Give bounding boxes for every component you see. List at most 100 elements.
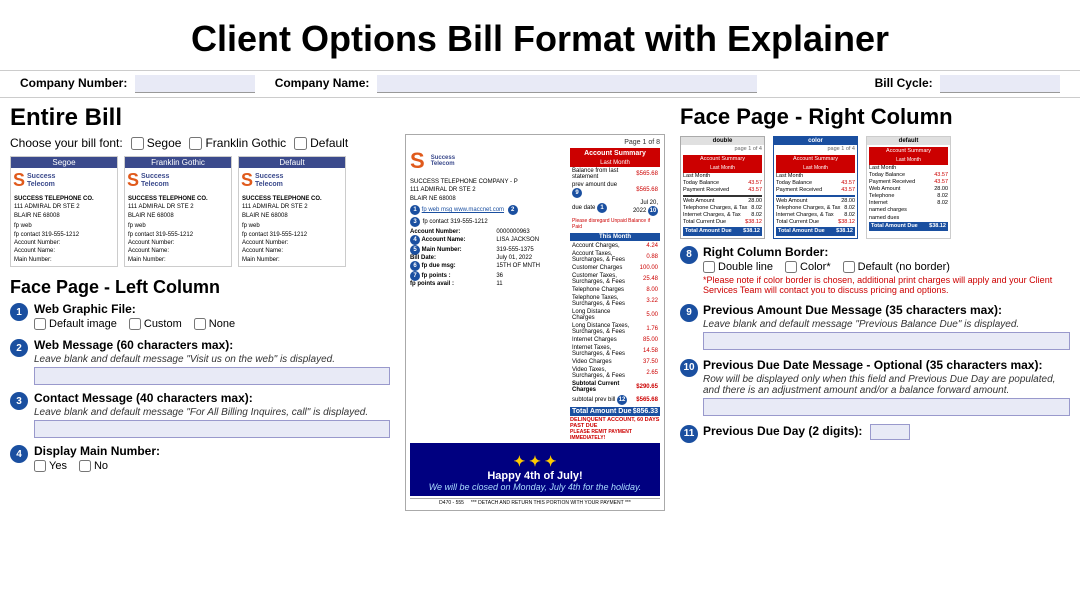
font-franklin-checkbox[interactable] xyxy=(189,137,202,150)
top-bar: Company Number: Company Name: Bill Cycle… xyxy=(0,70,1080,98)
bill-right-col: Account Summary Last Month Balance from … xyxy=(570,148,660,441)
holiday-text: Happy 4th of July! xyxy=(414,470,656,482)
no-checkbox[interactable] xyxy=(79,460,91,472)
holiday-sub: We will be closed on Monday, July 4th fo… xyxy=(414,482,656,492)
none-checkbox[interactable] xyxy=(194,318,206,330)
item-4-title: Display Main Number: xyxy=(34,444,390,458)
left-item-4: 4 Display Main Number: Yes No xyxy=(10,444,390,474)
summary-table-last: Balance from last statement$565.68 prev … xyxy=(570,167,660,231)
font-franklin-label[interactable]: Franklin Gothic xyxy=(189,136,286,150)
color-option[interactable]: Color* xyxy=(785,261,831,273)
font-preview-franklin: Franklin Gothic S SuccessTelecom SUCCESS… xyxy=(124,156,232,267)
logo-s-segoe: S xyxy=(13,170,25,191)
bill-fp-web: fp web msg www.maccnet.com xyxy=(422,207,504,213)
total-due-row: Total Amount Due $856.33 xyxy=(570,407,660,416)
right-item-8-title: Right Column Border: xyxy=(703,245,1070,259)
no-option[interactable]: No xyxy=(79,460,108,472)
yes-option[interactable]: Yes xyxy=(34,460,67,472)
item-2-desc: Leave blank and default message "Visit u… xyxy=(34,354,390,365)
holiday-banner: ✦ ✦ ✦ Happy 4th of July! We will be clos… xyxy=(410,443,660,496)
default-image-checkbox[interactable] xyxy=(34,318,46,330)
font-segoe-label[interactable]: Segoe xyxy=(131,136,182,150)
rcb-color-pagelabel: page 1 of 4 xyxy=(774,145,857,153)
company-number-input[interactable] xyxy=(135,75,255,93)
face-page-right-title: Face Page - Right Column xyxy=(680,104,1070,130)
bill-badge-7: 7 xyxy=(410,271,420,281)
font-segoe-checkbox[interactable] xyxy=(131,137,144,150)
left-item-1: 1 Web Graphic File: Default image Custom… xyxy=(10,302,390,332)
font-previews: Segoe S SuccessTelecom SUCCESS TELEPHONE… xyxy=(10,156,390,267)
badge-1: 1 xyxy=(10,303,28,321)
right-item-9: 9 Previous Amount Due Message (35 charac… xyxy=(680,303,1070,350)
font-default-checkbox[interactable] xyxy=(294,137,307,150)
bill-footer: D470 - 555 *** DETACH AND RETURN THIS PO… xyxy=(410,498,660,506)
rcb-double-header: double xyxy=(681,137,764,145)
rcb-default-header: default xyxy=(867,137,950,145)
right-item-8: 8 Right Column Border: Double line Color… xyxy=(680,245,1070,295)
page-title: Client Options Bill Format with Explaine… xyxy=(0,0,1080,70)
no-border-checkbox[interactable] xyxy=(843,261,855,273)
choose-font-label: Choose your bill font: xyxy=(10,136,123,150)
custom-option[interactable]: Custom xyxy=(129,318,182,330)
company-name-label: Company Name: xyxy=(275,76,370,90)
custom-checkbox[interactable] xyxy=(129,318,141,330)
right-item-10-input[interactable] xyxy=(703,398,1070,416)
none-option[interactable]: None xyxy=(194,318,235,330)
bill-preview: Page 1 of 8 S SuccessTelecom SUCCESS TEL… xyxy=(405,134,665,511)
right-item-10-title: Previous Due Date Message - Optional (35… xyxy=(703,358,1070,372)
item-3-input[interactable] xyxy=(34,420,390,438)
double-line-checkbox[interactable] xyxy=(703,261,715,273)
rcb-double-body: Account Summary Last Month Last Month To… xyxy=(681,153,764,238)
right-badge-10: 10 xyxy=(680,359,698,377)
preview-body-segoe: SUCCESS TELEPHONE CO. 111 ADMIRAL DR STE… xyxy=(11,193,117,266)
bill-cycle-input[interactable] xyxy=(940,75,1060,93)
default-image-option[interactable]: Default image xyxy=(34,318,117,330)
rcb-default: default Account Summary Last Month Last … xyxy=(866,136,951,239)
font-preview-default: Default S SuccessTelecom SUCCESS TELEPHO… xyxy=(238,156,346,267)
double-line-option[interactable]: Double line xyxy=(703,261,773,273)
prev-due-day-input[interactable] xyxy=(870,424,910,440)
right-item-8-options: Double line Color* Default (no border) xyxy=(703,261,1070,273)
item-2-input[interactable] xyxy=(34,367,390,385)
rcb-double: double page 1 of 4 Account Summary Last … xyxy=(680,136,765,239)
left-panel: Entire Bill Choose your bill font: Segoe… xyxy=(10,104,390,511)
item-4-options: Yes No xyxy=(34,460,390,472)
badge-2: 2 xyxy=(10,339,28,357)
left-item-2: 2 Web Message (60 characters max): Leave… xyxy=(10,338,390,385)
bill-logo-s: S xyxy=(410,148,425,174)
font-default-label[interactable]: Default xyxy=(294,136,348,150)
right-item-11: 11 Previous Due Day (2 digits): xyxy=(680,424,1070,443)
right-col-border-previews: double page 1 of 4 Account Summary Last … xyxy=(680,136,1070,239)
bill-badge-3: 3 xyxy=(410,217,420,227)
right-item-9-input[interactable] xyxy=(703,332,1070,350)
logo-s-franklin: S xyxy=(127,170,139,191)
right-item-11-title: Previous Due Day (2 digits): xyxy=(703,424,1070,440)
delinquent-text: DELINQUENT ACCOUNT, 60 DAYS PAST DUE xyxy=(570,417,660,429)
acct-summary-title: Account Summary xyxy=(570,148,660,159)
preview-segoe-header: Segoe xyxy=(11,157,117,168)
middle-panel: Page 1 of 8 S SuccessTelecom SUCCESS TEL… xyxy=(400,104,670,511)
bill-badge-2: 2 xyxy=(508,205,518,215)
yes-checkbox[interactable] xyxy=(34,460,46,472)
rcb-color-header: color xyxy=(774,137,857,145)
fireworks-icon: ✦ ✦ ✦ xyxy=(414,453,656,470)
company-number-label: Company Number: xyxy=(20,76,127,90)
right-badge-8: 8 xyxy=(680,246,698,264)
left-item-3: 3 Contact Message (40 characters max): L… xyxy=(10,391,390,438)
bill-left-col: S SuccessTelecom SUCCESS TELEPHONE COMPA… xyxy=(410,148,567,441)
logo-text-franklin: SuccessTelecom xyxy=(141,173,169,188)
entire-bill-title: Entire Bill xyxy=(10,104,390,132)
please-remit: PLEASE REMIT PAYMENT IMMEDIATELY! xyxy=(570,429,660,441)
bill-logo-text: SuccessTelecom xyxy=(431,155,455,167)
company-name-field: Company Name: xyxy=(275,75,757,93)
preview-body-franklin: SUCCESS TELEPHONE CO. 111 ADMIRAL DR STE… xyxy=(125,193,231,266)
no-border-option[interactable]: Default (no border) xyxy=(843,261,950,273)
color-checkbox[interactable] xyxy=(785,261,797,273)
company-number-field: Company Number: xyxy=(20,75,255,93)
company-name-input[interactable] xyxy=(377,75,757,93)
bill-badge-6: 6 xyxy=(410,261,420,271)
bill-page-label: Page 1 of 8 xyxy=(410,139,660,146)
item-3-title: Contact Message (40 characters max): xyxy=(34,391,390,405)
bill-cycle-field: Bill Cycle: xyxy=(875,75,1060,93)
item-1-title: Web Graphic File: xyxy=(34,302,390,316)
